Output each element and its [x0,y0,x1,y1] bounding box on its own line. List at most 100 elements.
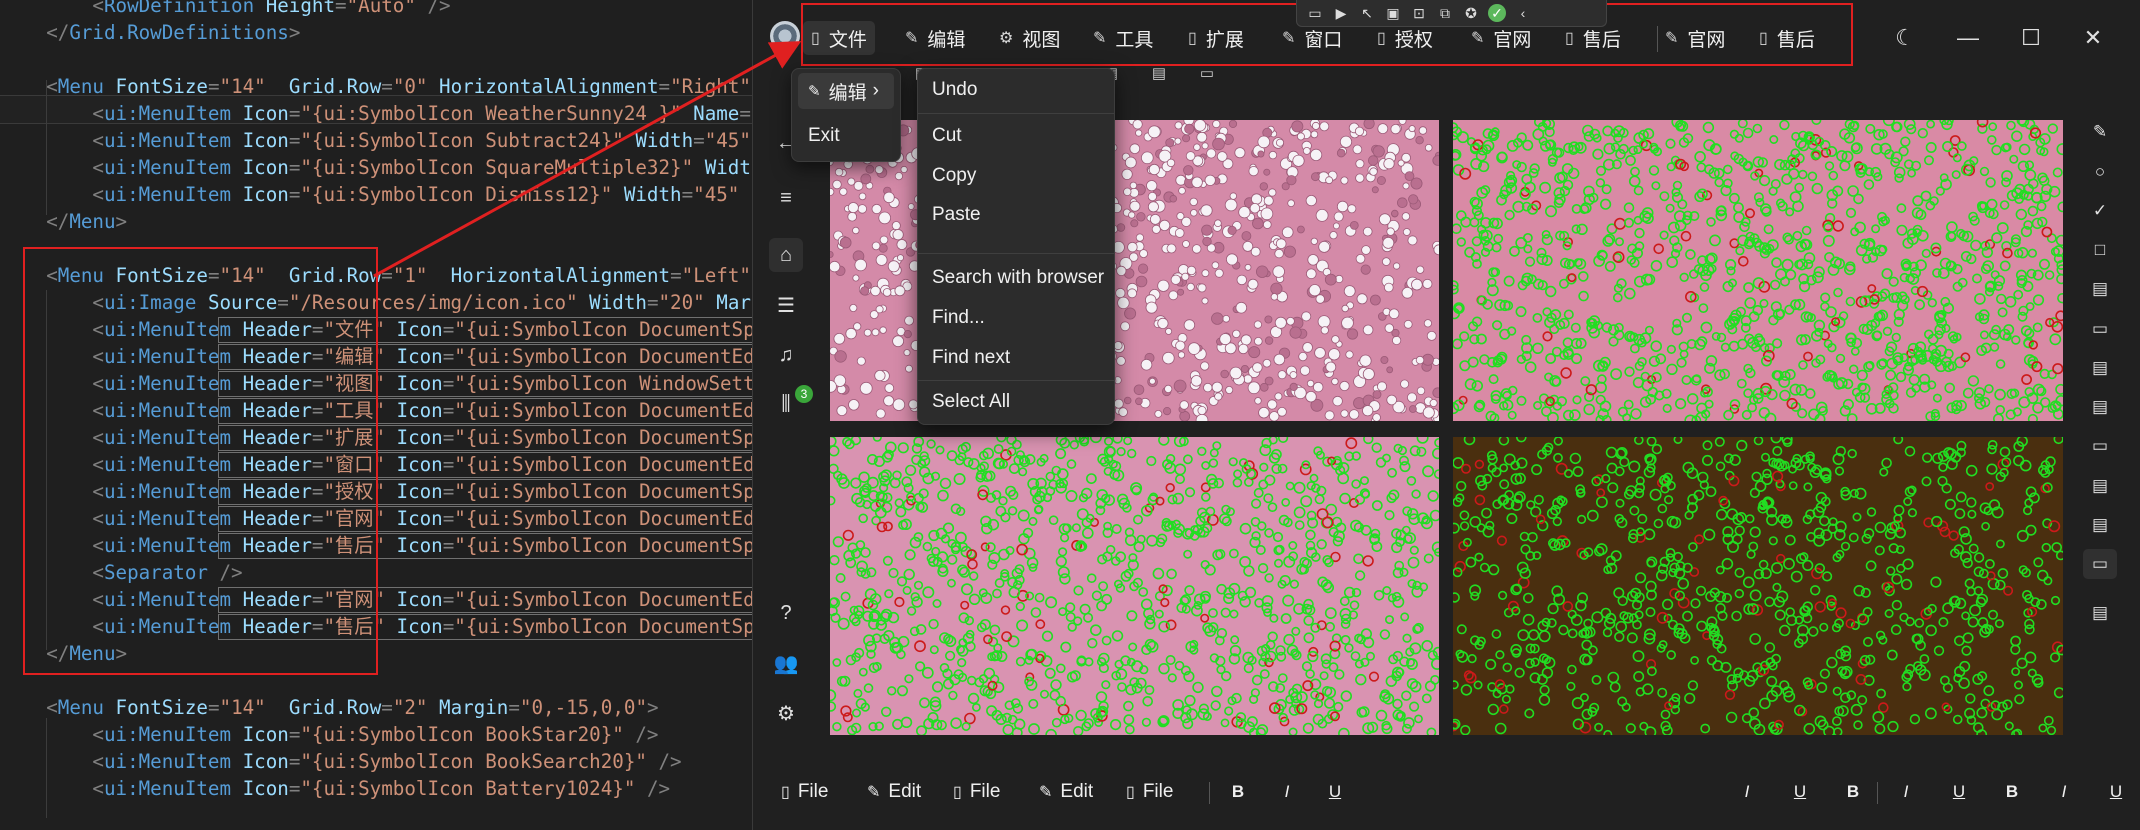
cell [869,310,879,320]
italic-icon[interactable]: I [1893,778,1919,806]
cell [1299,365,1311,376]
cell [1185,151,1196,161]
menu-item-find[interactable]: Find... [932,300,985,336]
maximize-button[interactable]: ☐ [2011,20,2051,56]
menu-item-search-with-browser[interactable]: Search with browser [932,260,1104,296]
bottom-item-file[interactable]: ▯ File [953,778,1000,806]
bold-icon[interactable]: B [1999,778,2025,806]
cell [1292,154,1305,167]
record-video-icon[interactable]: ▶ [1332,4,1350,22]
minimize-button[interactable]: — [1948,20,1988,56]
close-button[interactable]: ✕ [2073,20,2113,56]
cell [1200,361,1210,371]
cell [1165,138,1175,148]
italic-icon[interactable]: I [2051,778,2077,806]
document-star-icon[interactable]: ▤ [2083,274,2117,304]
cell [830,187,835,196]
list-icon[interactable]: ☰ [769,288,803,322]
underline-icon[interactable]: U [2103,778,2129,806]
document-search-icon[interactable]: ▤ [2083,510,2117,540]
underline-icon[interactable]: U [1322,778,1348,806]
gear-icon[interactable]: ⚙ [769,696,803,730]
cell [1305,391,1317,403]
submenu-item-edit[interactable]: ✎ 编辑 › [798,73,894,109]
cell [1238,343,1249,355]
cell [1398,120,1407,125]
bell-icon[interactable]: ♫ [769,338,803,372]
cell [1173,379,1187,393]
square-icon[interactable]: □ [2083,235,2117,265]
submenu-item-exit[interactable]: Exit [798,118,894,154]
cell [1277,406,1287,417]
code-token: "0" [392,75,428,98]
toolbar-doc-icon[interactable]: ▤ [1148,62,1170,84]
cell [1193,143,1201,151]
cell [1331,335,1340,344]
app-logo-icon [770,21,800,51]
bottom-item-file[interactable]: ▯ File [781,778,828,806]
pen-icon[interactable]: ✎ [2083,117,2117,147]
code-token: ui:MenuItem [103,102,232,125]
bottom-item-file[interactable]: ▯ File [1126,778,1173,806]
cell [1133,384,1145,396]
bottom-item-edit[interactable]: ✎ Edit [1039,778,1093,806]
bottom-item-edit[interactable]: ✎ Edit [867,778,921,806]
code-token: = [670,264,682,287]
microscopy-image-detected-2[interactable] [830,437,1439,735]
document-icon[interactable]: ▤ [2083,598,2117,628]
document-search-icon[interactable]: ▤ [2083,392,2117,422]
code-token: "{ui:SymbolIcon BookStar20}" [300,723,624,746]
people-icon[interactable]: 👥 [769,646,803,680]
battery-icon[interactable]: ▭ [2083,314,2117,344]
help-icon[interactable]: ? [769,596,803,630]
code-token: Margin [716,291,752,314]
chevron-left-icon[interactable]: ‹ [1514,4,1532,22]
crop-icon[interactable]: ⊡ [1410,4,1428,22]
annotation-red-box-code [23,247,378,675]
cell [1416,386,1426,395]
code-token: ui:MenuItem [103,723,232,746]
cell [1196,131,1208,143]
checkmark-icon[interactable]: ✓ [2083,196,2117,226]
submenu-item-label: 编辑 [828,82,867,104]
underline-icon[interactable]: U [1946,778,1972,806]
bold-icon[interactable]: B [1840,778,1866,806]
cell [1318,241,1331,253]
region-icon[interactable]: ▣ [1384,4,1402,22]
menu-item-copy[interactable]: Copy [932,158,976,194]
pointer-icon[interactable]: ↖ [1358,4,1376,22]
accessibility-icon[interactable]: ✪ [1462,4,1480,22]
cell [1197,405,1207,415]
code-token: /> [623,723,659,746]
check-icon[interactable]: ✓ [1488,4,1506,22]
menu-item-find-next[interactable]: Find next [932,340,1010,376]
document-star-icon[interactable]: ▤ [2083,471,2117,501]
italic-icon[interactable]: I [1274,778,1300,806]
document-star-icon[interactable]: ▤ [2083,353,2117,383]
battery-icon[interactable]: ▭ [2083,549,2117,579]
submenu-item-label: Exit [808,125,840,146]
home-icon[interactable]: ⌂ [769,238,803,272]
underline-icon[interactable]: U [1787,778,1813,806]
code-token: "Auto" [346,0,416,17]
menu-item-cut[interactable]: Cut [932,118,962,154]
cell [1354,126,1365,136]
menu-item-undo[interactable]: Undo [932,72,977,108]
circle-icon[interactable]: ○ [2083,157,2117,187]
theme-toggle-button[interactable]: ☾ [1885,20,1925,56]
italic-icon[interactable]: I [1734,778,1760,806]
cell [1166,243,1177,254]
cell [1179,400,1189,410]
menu-item-select-all[interactable]: Select All [932,384,1010,420]
mirror-icon[interactable]: ⧉ [1436,4,1454,22]
menu-item-paste[interactable]: Paste [932,197,981,233]
hamburger-menu-icon[interactable]: ≡ [769,181,803,215]
code-editor[interactable]: <RowDefinition Height="Auto" /> </Grid.R… [0,0,752,830]
cell [1274,316,1287,329]
toolbar-battery-icon[interactable]: ▭ [1196,62,1218,84]
bold-icon[interactable]: B [1225,778,1251,806]
screenshot-icon[interactable]: ▭ [1306,4,1324,22]
battery-icon[interactable]: ▭ [2083,431,2117,461]
microscopy-image-detected[interactable] [1453,120,2063,421]
microscopy-image-fluorescent[interactable] [1453,437,2063,735]
